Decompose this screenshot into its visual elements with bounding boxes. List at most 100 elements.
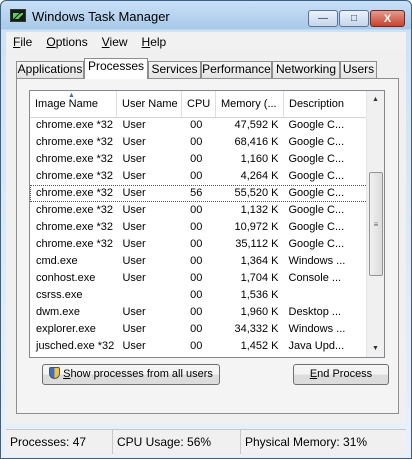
process-user-cell: User — [122, 187, 146, 199]
process-memory-cell: 1,960 K — [240, 306, 279, 318]
end-process-button[interactable]: End Process — [293, 364, 389, 385]
table-row[interactable]: chrome.exe *32 User 00 68,416 K Google C... — [30, 134, 368, 151]
tab-users[interactable]: Users — [340, 61, 377, 78]
process-cpu-cell: 00 — [190, 170, 203, 182]
process-cpu-cell: 00 — [190, 204, 203, 216]
process-user-cell: User — [122, 340, 146, 352]
maximize-button[interactable]: □ — [339, 10, 369, 27]
process-list[interactable]: ▲ Image Name User Name CPU Memory (... D… — [29, 90, 385, 358]
table-row[interactable]: dwm.exe User 00 1,960 K Desktop ... — [30, 304, 368, 321]
process-description-cell: Windows ... — [288, 323, 346, 335]
process-memory-cell: 1,160 K — [240, 153, 279, 165]
process-name-cell: csrss.exe — [36, 289, 83, 301]
process-name-cell: conhost.exe — [36, 272, 96, 284]
scroll-down-arrow-icon[interactable]: ▼ — [367, 340, 384, 357]
process-user-cell: User — [122, 272, 146, 284]
table-row[interactable]: chrome.exe *32 User 00 35,112 K Google C... — [30, 236, 368, 253]
process-rows: chrome.exe *32 User 00 47,592 K Google C... c… — [30, 117, 368, 357]
menu-view[interactable]: View — [95, 35, 135, 49]
menu-file[interactable]: File — [6, 35, 39, 49]
process-name-cell: jusched.exe *32 — [36, 340, 115, 352]
process-description-cell: Google C... — [288, 238, 345, 250]
process-description-cell: Google C... — [288, 136, 345, 148]
process-list-scrollbar[interactable]: ▲ ≡ ▼ — [366, 91, 384, 357]
process-memory-cell: 47,592 K — [234, 119, 279, 131]
process-description-cell: Google C... — [288, 221, 345, 233]
process-memory-cell: 68,416 K — [234, 136, 279, 148]
title-bar[interactable]: Windows Task Manager — □ X — [1, 1, 411, 32]
status-processes: Processes: 47 — [6, 430, 113, 454]
process-cpu-cell: 00 — [190, 323, 203, 335]
column-header-image-name[interactable]: ▲ Image Name — [30, 91, 117, 117]
column-header-cpu[interactable]: CPU — [182, 91, 216, 117]
task-manager-app-icon — [10, 9, 26, 22]
process-cpu-cell: 00 — [190, 136, 203, 148]
minimize-button[interactable]: — — [308, 10, 338, 27]
process-name-cell: chrome.exe *32 — [36, 221, 114, 233]
column-header-user-name[interactable]: User Name — [117, 91, 182, 117]
tab-networking[interactable]: Networking — [272, 61, 340, 78]
scroll-up-arrow-icon[interactable]: ▲ — [367, 91, 384, 108]
process-memory-cell: 34,332 K — [234, 323, 279, 335]
process-description-cell: Google C... — [288, 153, 345, 165]
menu-help[interactable]: Help — [135, 35, 174, 49]
status-bar: Processes: 47 CPU Usage: 56% Physical Me… — [6, 429, 406, 454]
tab-applications[interactable]: Applications — [16, 61, 84, 78]
process-name-cell: chrome.exe *32 — [36, 238, 114, 250]
table-row[interactable]: cmd.exe User 00 1,364 K Windows ... — [30, 253, 368, 270]
process-user-cell: User — [122, 255, 146, 267]
table-row[interactable]: explorer.exe User 00 34,332 K Windows ... — [30, 321, 368, 338]
process-name-cell: cmd.exe — [36, 255, 78, 267]
process-description-cell: Google C... — [288, 204, 345, 216]
show-all-users-button[interactable]: Show processes from all users — [42, 364, 220, 385]
table-row[interactable]: chrome.exe *32 User 00 47,592 K Google C... — [30, 117, 368, 134]
table-row[interactable]: chrome.exe *32 User 00 10,972 K Google C... — [30, 219, 368, 236]
process-cpu-cell: 00 — [190, 306, 203, 318]
process-description-cell: Google C... — [288, 170, 345, 182]
process-cpu-cell: 56 — [190, 187, 203, 199]
process-name-cell: SystemExplor... — [31, 356, 117, 357]
table-row[interactable]: jusched.exe *32 User 00 1,452 K Java Upd... — [30, 338, 368, 355]
process-cpu-cell: 00 — [190, 272, 203, 284]
table-row[interactable]: conhost.exe User 00 1,704 K Console ... — [30, 270, 368, 287]
column-header-memory[interactable]: Memory (... — [216, 91, 284, 117]
process-user-cell — [117, 288, 182, 303]
process-memory-cell: 1,704 K — [240, 272, 279, 284]
client-area: Applications Processes Services Performa… — [6, 51, 406, 424]
close-button[interactable]: X — [370, 10, 405, 27]
process-name-cell: chrome.exe *32 — [36, 153, 114, 165]
process-user-cell: User — [122, 323, 146, 335]
table-row[interactable]: SystemExplor...User0026,928 KSystem E... — [30, 355, 368, 357]
process-name-cell: chrome.exe *32 — [36, 136, 114, 148]
table-row[interactable]: chrome.exe *32 User 56 55,520 K Google C... — [30, 185, 368, 202]
processes-panel-body: ▲ Image Name User Name CPU Memory (... D… — [17, 79, 398, 413]
tab-services[interactable]: Services — [148, 61, 201, 78]
process-cpu-cell: 00 — [190, 221, 203, 233]
process-user-cell: User — [117, 356, 182, 357]
process-memory-cell: 35,112 K — [235, 238, 279, 250]
process-cpu-cell: 00 — [190, 119, 203, 131]
process-user-cell: User — [122, 170, 146, 182]
menu-options[interactable]: Options — [39, 35, 94, 49]
process-cpu-cell: 00 — [190, 255, 203, 267]
table-row[interactable]: csrss.exe 00 1,536 K — [30, 287, 368, 304]
status-cpu-usage: CPU Usage: 56% — [113, 430, 241, 454]
process-cpu-cell: 00 — [190, 289, 203, 301]
scroll-thumb[interactable]: ≡ — [369, 172, 383, 276]
column-header-description[interactable]: Description — [284, 91, 368, 117]
process-memory-cell: 1,132 K — [240, 204, 279, 216]
tab-processes[interactable]: Processes — [84, 58, 148, 79]
table-row[interactable]: chrome.exe *32 User 00 4,264 K Google C... — [30, 168, 368, 185]
process-description-cell: Console ... — [288, 272, 342, 284]
table-row[interactable]: chrome.exe *32 User 00 1,160 K Google C... — [30, 151, 368, 168]
process-description-cell: Windows ... — [288, 255, 346, 267]
process-name-cell: chrome.exe *32 — [36, 187, 114, 199]
process-description-cell: Desktop ... — [288, 306, 342, 318]
process-name-cell: dwm.exe — [36, 306, 81, 318]
tab-performance[interactable]: Performance — [201, 61, 272, 78]
process-memory-cell: 1,364 K — [240, 255, 279, 267]
process-memory-cell: 4,264 K — [240, 170, 279, 182]
process-name-cell: chrome.exe *32 — [36, 170, 114, 182]
table-row[interactable]: chrome.exe *32 User 00 1,132 K Google C... — [30, 202, 368, 219]
process-user-cell: User — [122, 221, 146, 233]
